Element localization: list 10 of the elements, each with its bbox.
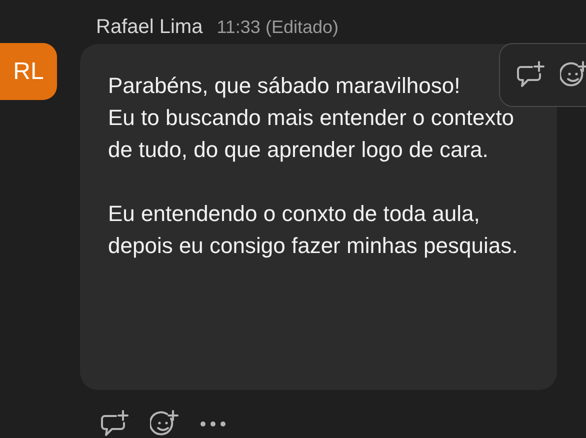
- add-reaction-icon[interactable]: [150, 410, 180, 438]
- message-text: Parabéns, que sábado maravilhoso! Eu to buscando mais entender o contexto de tudo, do que aprender logo de cara.: [108, 72, 516, 164]
- message-time: 11:33 (Editado): [216, 17, 338, 38]
- reply-icon[interactable]: [100, 410, 130, 438]
- more-icon[interactable]: [200, 421, 226, 427]
- avatar[interactable]: RL: [0, 43, 57, 100]
- author-name: Rafael Lima: [96, 16, 203, 39]
- add-reaction-icon[interactable]: [560, 61, 586, 89]
- message-text: Eu entendendo o conxto de toda aula, depois eu consigo fazer minhas pesquias.: [108, 200, 519, 260]
- reply-icon[interactable]: [516, 61, 546, 89]
